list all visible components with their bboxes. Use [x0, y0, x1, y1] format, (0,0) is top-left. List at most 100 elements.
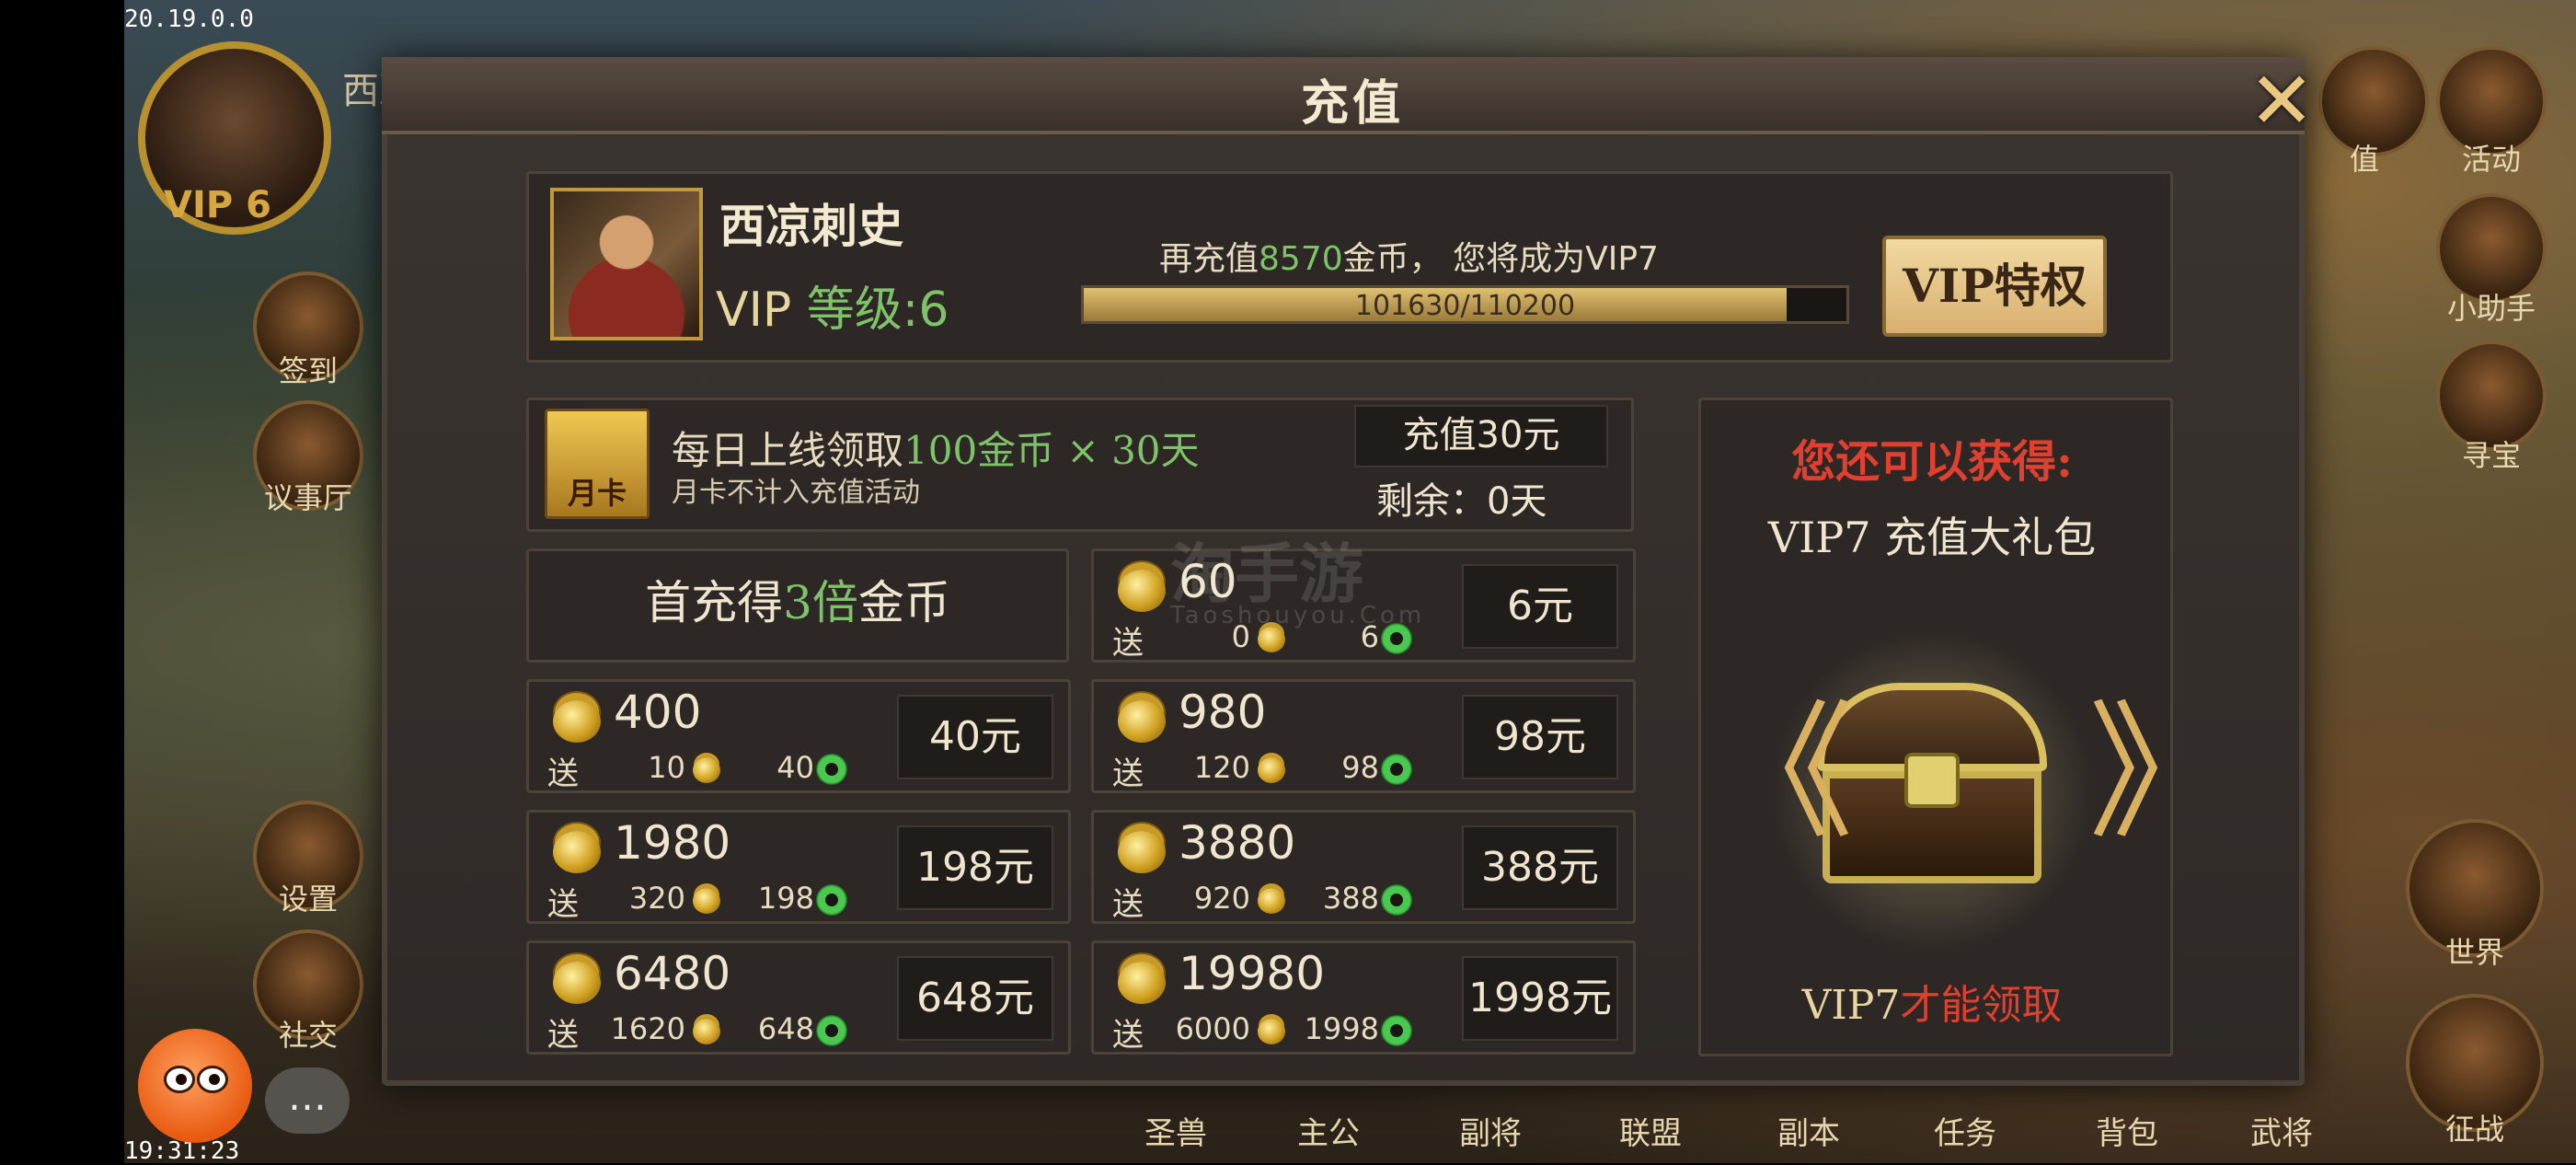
- vip-progress-text: 101630/110200: [1354, 290, 1576, 322]
- dialog-title: 充值: [1300, 75, 1404, 132]
- package-bonus-coin: 120: [1193, 750, 1250, 785]
- bottom-generals[interactable]: 武将: [2250, 1108, 2313, 1153]
- package-send-label: 送: [1112, 1017, 1144, 1054]
- close-x-icon[interactable]: ✕: [2245, 62, 2318, 141]
- jade-gem-icon: [1381, 884, 1412, 916]
- package-card: 3880 送 920 388 388元: [1091, 810, 1636, 924]
- package-card: 400 送 10 40 40元: [526, 679, 1071, 793]
- first-charge-multiplier: 3倍: [783, 576, 858, 629]
- reward-title: 您还可以获得:: [1791, 436, 2073, 488]
- package-send-label: 送: [547, 756, 579, 792]
- prev-reward-arrow-icon[interactable]: 《: [1707, 699, 1854, 847]
- next-reward-arrow-icon[interactable]: 》: [2088, 699, 2236, 847]
- chat-icon[interactable]: …: [265, 1067, 350, 1134]
- small-coin-icon: [1258, 757, 1285, 783]
- gold-coin-icon: [1118, 831, 1166, 873]
- jade-gem-icon: [1381, 1015, 1412, 1046]
- version-text: 20.19.0.0: [124, 6, 254, 33]
- package-buy-button[interactable]: 388元: [1462, 825, 1618, 910]
- chest-lock-icon: [1904, 753, 1960, 808]
- package-card: 980 送 120 98 98元: [1091, 679, 1636, 793]
- sign-in-label: 签到: [278, 353, 338, 388]
- monthly-card-buy-button[interactable]: 充值30元: [1354, 405, 1608, 467]
- jade-gem-icon: [816, 884, 847, 916]
- package-bonus-coin: 10: [648, 750, 685, 785]
- helper-label: 小助手: [2446, 291, 2536, 326]
- council-hall-label: 议事厅: [263, 480, 352, 515]
- package-amount: 6480: [614, 947, 731, 1000]
- package-buy-button[interactable]: 40元: [897, 695, 1053, 779]
- bottom-quest[interactable]: 任务: [1934, 1108, 1996, 1153]
- package-send-label: 送: [547, 886, 579, 923]
- upgrade-message: 再充值8570金币， 您将成为VIP7: [1159, 232, 1659, 280]
- monthly-card-icon-label: 月卡: [567, 476, 627, 511]
- campaign-label: 征战: [2444, 1112, 2504, 1147]
- first-charge-prefix: 首充得: [645, 576, 784, 629]
- package-buy-button[interactable]: 1998元: [1462, 956, 1618, 1041]
- reward-condition: VIP7才能领取: [1702, 972, 2162, 1031]
- jade-gem-icon: [816, 1015, 847, 1046]
- vip-level-line: VIP 等级:6: [716, 271, 949, 340]
- vip-progress-bar: 101630/110200: [1081, 285, 1849, 324]
- monthly-card-desc-highlight: 100金币 × 30天: [903, 428, 1200, 473]
- vip-level-value: 6: [918, 283, 949, 338]
- package-send-label: 送: [1112, 625, 1144, 662]
- package-bonus-coin: 320: [628, 881, 685, 916]
- small-coin-icon: [1258, 627, 1285, 652]
- gold-coin-icon: [553, 700, 601, 743]
- package-bonus-gem: 98: [1341, 750, 1379, 785]
- gold-coin-icon: [553, 962, 601, 1004]
- reward-cond-suffix: 才能领取: [1900, 982, 2063, 1029]
- recharge-shortcut-label: 值: [2349, 142, 2379, 177]
- small-coin-icon: [1258, 1019, 1285, 1044]
- monthly-card-note: 月卡不计入充值活动: [672, 477, 920, 509]
- bottom-alliance[interactable]: 联盟: [1619, 1108, 1682, 1153]
- mascot-assistant-icon[interactable]: [138, 1029, 252, 1143]
- package-buy-button[interactable]: 648元: [897, 956, 1053, 1041]
- bottom-dungeon[interactable]: 副本: [1777, 1108, 1840, 1153]
- watermark-subtext: Taoshouyou.Com: [1170, 602, 1426, 629]
- reward-cond-vip: VIP7: [1801, 982, 1901, 1029]
- treasure-hunt-label: 寻宝: [2461, 438, 2521, 473]
- package-card: 6480 送 1620 648 648元: [526, 940, 1071, 1055]
- package-bonus-coin: 6000: [1175, 1011, 1250, 1046]
- package-buy-button[interactable]: 198元: [897, 825, 1053, 910]
- upgrade-prefix: 再充值: [1159, 240, 1259, 278]
- package-amount: 19980: [1179, 947, 1326, 1000]
- monthly-card-remaining: 剩余：0天: [1376, 480, 1547, 523]
- package-bonus-gem: 40: [776, 750, 814, 785]
- jade-gem-icon: [816, 754, 847, 785]
- small-coin-icon: [693, 757, 720, 783]
- small-coin-icon: [1258, 888, 1285, 914]
- package-send-label: 送: [1112, 886, 1144, 923]
- package-amount: 980: [1179, 686, 1267, 739]
- player-name: 西凉刺史: [719, 199, 903, 253]
- gold-coin-icon: [1118, 700, 1166, 743]
- vip-prefix: VIP: [716, 283, 792, 338]
- hud-vip-level: VIP 6: [164, 184, 271, 226]
- player-portrait: [550, 188, 703, 340]
- first-charge-banner: 首充得3倍金币: [526, 548, 1069, 663]
- package-bonus-gem: 388: [1322, 881, 1379, 916]
- package-card: 19980 送 6000 1998 1998元: [1091, 940, 1636, 1055]
- package-bonus-gem: 648: [757, 1011, 814, 1046]
- vip-privilege-button[interactable]: VIP特权: [1882, 236, 2107, 337]
- monthly-card-description: 每日上线领取100金币 × 30天: [672, 420, 1200, 476]
- settings-label: 设置: [278, 882, 338, 917]
- upgrade-amount: 8570: [1259, 240, 1343, 278]
- bottom-deputy[interactable]: 副将: [1459, 1108, 1522, 1153]
- gold-coin-icon: [1118, 962, 1166, 1004]
- bottom-bag[interactable]: 背包: [2096, 1108, 2158, 1153]
- mascot-eye: [164, 1066, 195, 1093]
- small-coin-icon: [693, 888, 720, 914]
- small-coin-icon: [693, 1019, 720, 1044]
- social-label: 社交: [278, 1018, 338, 1053]
- package-buy-button[interactable]: 98元: [1462, 695, 1618, 779]
- package-bonus-gem: 1998: [1304, 1011, 1379, 1046]
- bottom-lord[interactable]: 主公: [1297, 1108, 1360, 1153]
- gold-coin-icon: [553, 831, 601, 873]
- package-bonus-coin: 1620: [610, 1011, 685, 1046]
- bottom-holy-beast[interactable]: 圣兽: [1144, 1108, 1207, 1153]
- package-amount: 3880: [1179, 816, 1296, 870]
- package-buy-button[interactable]: 6元: [1462, 564, 1618, 649]
